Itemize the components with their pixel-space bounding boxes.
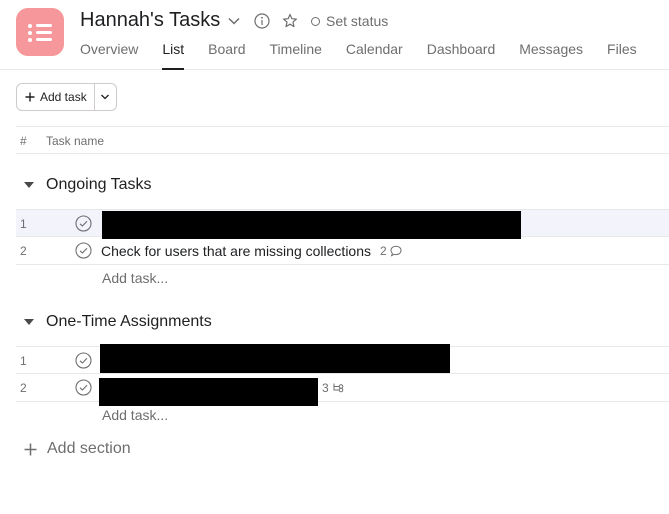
complete-check-icon[interactable] bbox=[75, 379, 92, 396]
table-row[interactable]: 2 Check for users that are missing colle… bbox=[16, 237, 669, 265]
section-title[interactable]: Ongoing Tasks bbox=[46, 176, 152, 194]
add-task-label: Add task bbox=[40, 90, 87, 104]
info-icon[interactable] bbox=[252, 11, 272, 31]
tab-messages[interactable]: Messages bbox=[519, 41, 583, 70]
set-status-button[interactable]: Set status bbox=[311, 13, 388, 29]
add-section-button[interactable]: Add section bbox=[24, 440, 131, 458]
redacted-task-name bbox=[102, 211, 521, 239]
column-header: # Task name bbox=[16, 126, 669, 154]
task-name[interactable]: Check for users that are missing collect… bbox=[101, 243, 371, 259]
column-number: # bbox=[20, 134, 27, 148]
row-number: 2 bbox=[20, 381, 27, 395]
table-row[interactable]: 1 bbox=[16, 344, 669, 374]
add-section-label: Add section bbox=[47, 440, 131, 457]
table-row[interactable]: 2 3 bbox=[16, 374, 669, 406]
project-tabs: Overview List Board Timeline Calendar Da… bbox=[80, 41, 661, 70]
tab-board[interactable]: Board bbox=[208, 41, 245, 70]
project-header: Hannah's Tasks Set status Overview List … bbox=[0, 0, 669, 70]
complete-check-icon[interactable] bbox=[75, 215, 92, 232]
plus-icon bbox=[25, 92, 35, 102]
redacted-task-name bbox=[99, 378, 318, 406]
collapse-triangle-icon[interactable] bbox=[24, 319, 34, 325]
add-task-button[interactable]: Add task bbox=[16, 83, 95, 111]
complete-check-icon[interactable] bbox=[75, 242, 92, 259]
comment-icon bbox=[390, 245, 402, 257]
add-task-inline[interactable]: Add task... bbox=[102, 270, 168, 286]
add-task-toolbar: Add task bbox=[16, 83, 117, 111]
add-task-inline[interactable]: Add task... bbox=[102, 407, 168, 423]
row-number: 1 bbox=[20, 217, 27, 231]
add-task-dropdown[interactable] bbox=[94, 83, 117, 111]
section-title[interactable]: One-Time Assignments bbox=[46, 313, 212, 331]
tab-timeline[interactable]: Timeline bbox=[270, 41, 322, 70]
status-circle-icon bbox=[311, 16, 320, 26]
comment-count-value: 2 bbox=[380, 244, 387, 258]
tab-overview[interactable]: Overview bbox=[80, 41, 138, 70]
tab-files[interactable]: Files bbox=[607, 41, 637, 70]
redacted-task-name bbox=[100, 344, 450, 373]
complete-check-icon[interactable] bbox=[75, 352, 92, 369]
star-icon[interactable] bbox=[280, 11, 300, 31]
project-title[interactable]: Hannah's Tasks bbox=[80, 9, 220, 32]
section-header-ongoing[interactable]: Ongoing Tasks bbox=[24, 176, 152, 194]
subtask-count-value: 3 bbox=[322, 381, 329, 395]
plus-icon bbox=[24, 443, 37, 455]
tab-list[interactable]: List bbox=[162, 41, 184, 70]
chevron-down-icon bbox=[101, 94, 110, 100]
section-header-one-time[interactable]: One-Time Assignments bbox=[24, 313, 212, 331]
tab-calendar[interactable]: Calendar bbox=[346, 41, 403, 70]
subtask-count[interactable]: 3 bbox=[322, 381, 345, 395]
tab-dashboard[interactable]: Dashboard bbox=[427, 41, 496, 70]
collapse-triangle-icon[interactable] bbox=[24, 182, 34, 188]
row-number: 1 bbox=[20, 354, 27, 368]
project-list-icon[interactable] bbox=[16, 8, 64, 56]
chevron-down-icon[interactable] bbox=[224, 11, 244, 31]
row-number: 2 bbox=[20, 244, 27, 258]
table-row[interactable]: 1 bbox=[16, 209, 669, 239]
set-status-label: Set status bbox=[326, 13, 389, 29]
column-task-name[interactable]: Task name bbox=[46, 134, 104, 148]
subtask-icon bbox=[333, 383, 343, 393]
comment-count[interactable]: 2 bbox=[380, 244, 402, 258]
